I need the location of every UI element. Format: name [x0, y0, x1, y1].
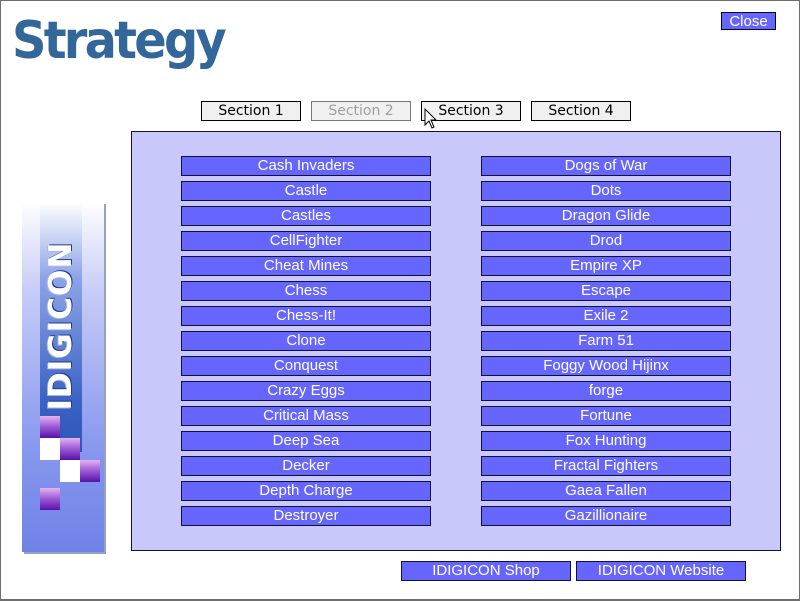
- game-button[interactable]: forge: [481, 381, 731, 401]
- game-button[interactable]: Gaea Fallen: [481, 481, 731, 501]
- tab-section-1[interactable]: Section 1: [201, 101, 301, 121]
- game-button[interactable]: Decker: [181, 456, 431, 476]
- game-button[interactable]: Farm 51: [481, 331, 731, 351]
- logo-band: IDIGICON: [40, 202, 82, 452]
- game-button[interactable]: CellFighter: [181, 231, 431, 251]
- game-button[interactable]: Fox Hunting: [481, 431, 731, 451]
- game-button[interactable]: Drod: [481, 231, 731, 251]
- game-button[interactable]: Chess: [181, 281, 431, 301]
- game-button[interactable]: Castle: [181, 181, 431, 201]
- game-button[interactable]: Deep Sea: [181, 431, 431, 451]
- mouse-cursor-icon: [424, 108, 438, 129]
- game-button[interactable]: Destroyer: [181, 506, 431, 526]
- game-button[interactable]: Exile 2: [481, 306, 731, 326]
- tab-section-4[interactable]: Section 4: [531, 101, 631, 121]
- logo-square-icon: [60, 438, 80, 460]
- game-button[interactable]: Gazillionaire: [481, 506, 731, 526]
- game-button[interactable]: Dots: [481, 181, 731, 201]
- idigicon-website-button[interactable]: IDIGICON Website: [576, 561, 746, 581]
- idigicon-shop-button[interactable]: IDIGICON Shop: [401, 561, 571, 581]
- game-button[interactable]: Foggy Wood Hijinx: [481, 356, 731, 376]
- game-button[interactable]: Castles: [181, 206, 431, 226]
- page-title: Strategy: [12, 11, 227, 71]
- logo-square-icon: [60, 460, 80, 482]
- game-button[interactable]: Depth Charge: [181, 481, 431, 501]
- logo-square-icon: [80, 460, 100, 482]
- logo-square-icon: [40, 488, 60, 510]
- tab-section-2: Section 2: [311, 101, 411, 121]
- game-button[interactable]: Conquest: [181, 356, 431, 376]
- logo-square-icon: [40, 416, 60, 438]
- game-button[interactable]: Empire XP: [481, 256, 731, 276]
- game-button[interactable]: Dogs of War: [481, 156, 731, 176]
- game-button[interactable]: Dragon Glide: [481, 206, 731, 226]
- game-button[interactable]: Crazy Eggs: [181, 381, 431, 401]
- game-button[interactable]: Chess-It!: [181, 306, 431, 326]
- game-button[interactable]: Cash Invaders: [181, 156, 431, 176]
- logo-text: IDIGICON: [43, 241, 79, 411]
- game-button[interactable]: Critical Mass: [181, 406, 431, 426]
- game-button[interactable]: Fortune: [481, 406, 731, 426]
- game-button[interactable]: Escape: [481, 281, 731, 301]
- game-button[interactable]: Cheat Mines: [181, 256, 431, 276]
- games-panel: Cash Invaders Castle Castles CellFighter Che…: [131, 131, 781, 551]
- idigicon-logo: IDIGICON: [22, 202, 104, 552]
- game-button[interactable]: Fractal Fighters: [481, 456, 731, 476]
- game-button[interactable]: Clone: [181, 331, 431, 351]
- logo-square-icon: [40, 438, 60, 460]
- close-button[interactable]: Close: [721, 12, 776, 30]
